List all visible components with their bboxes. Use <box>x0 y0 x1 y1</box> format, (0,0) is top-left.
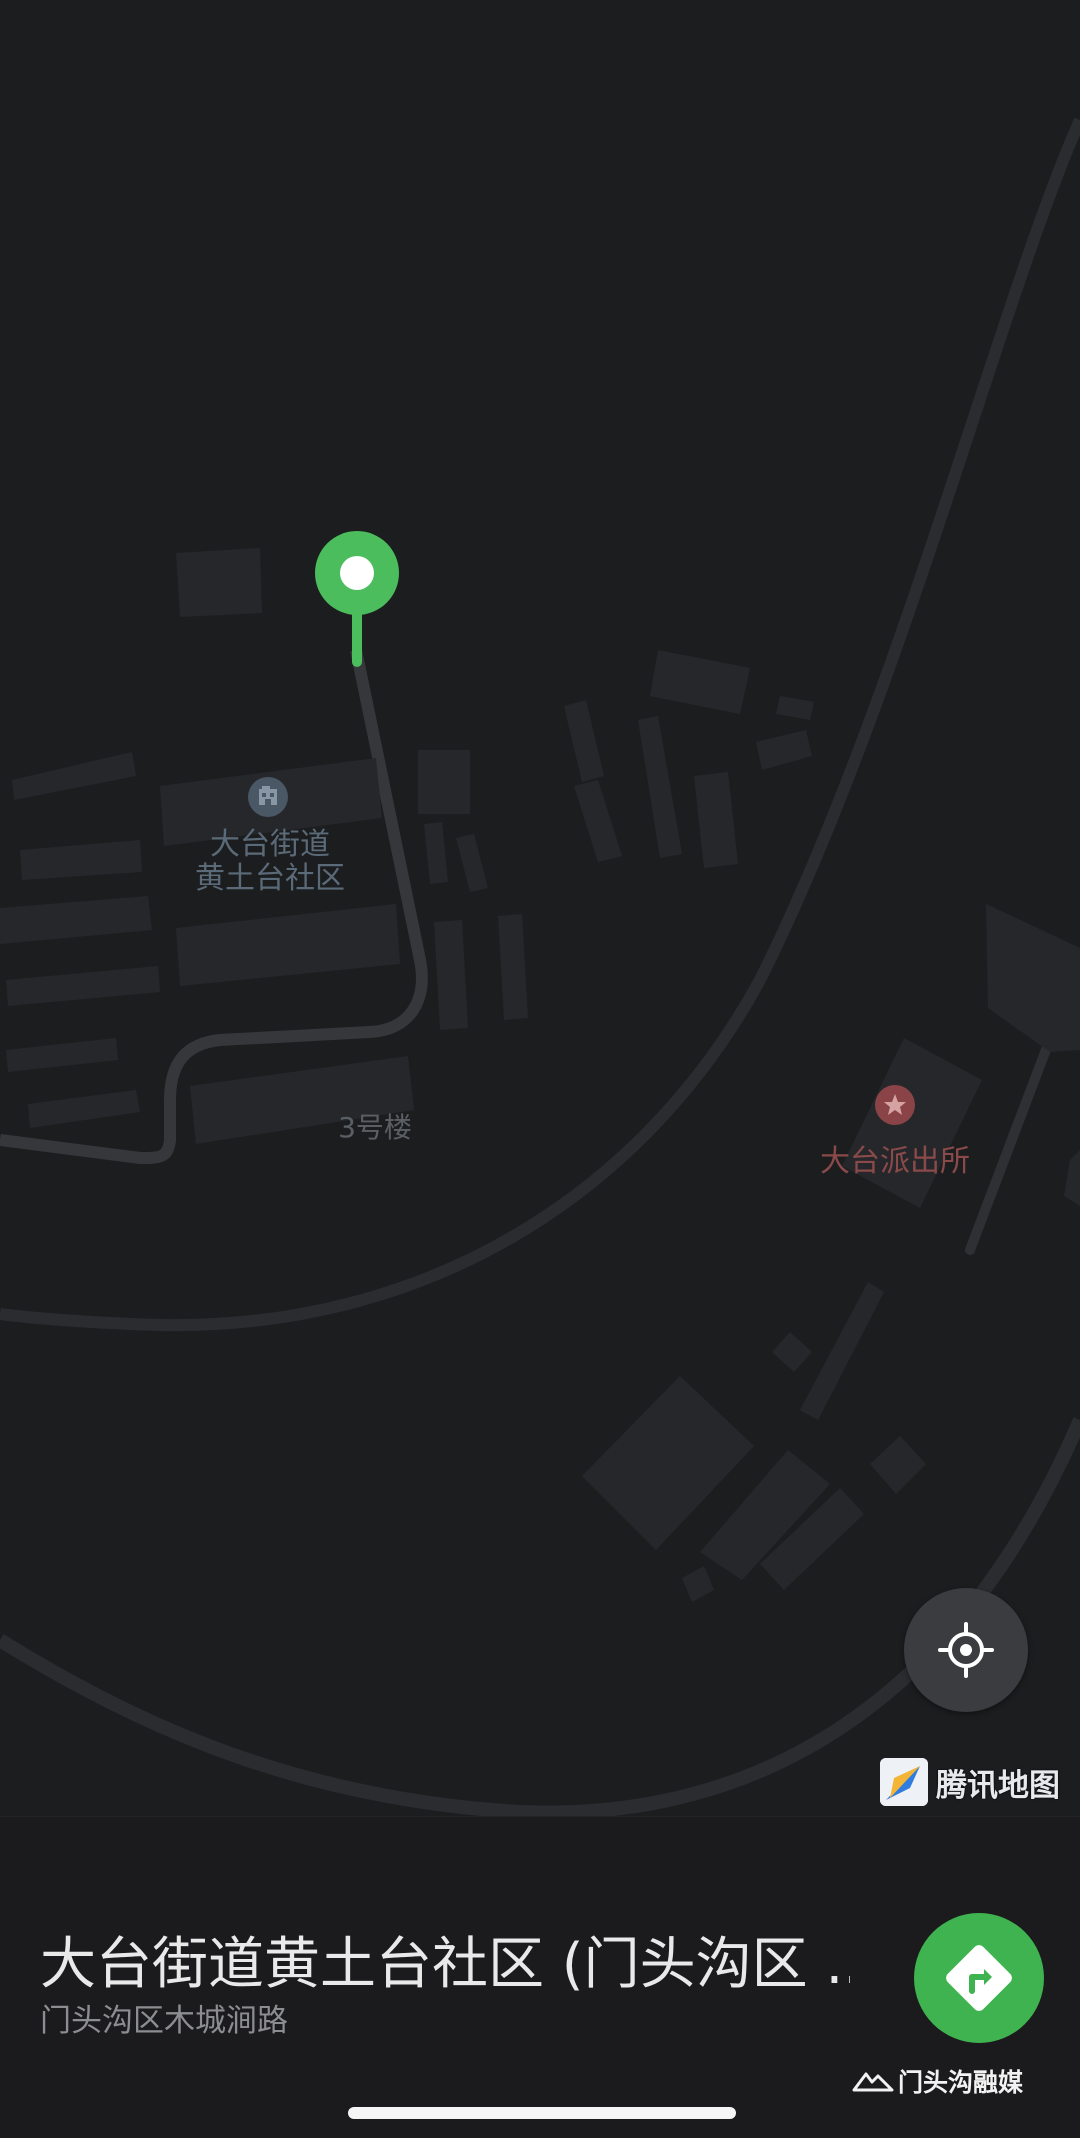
building-block <box>574 780 622 862</box>
map-canvas <box>0 117 1080 1816</box>
police-station-label[interactable]: 大台派出所 <box>790 1136 1000 1180</box>
building-block <box>986 904 1080 1052</box>
building-block <box>6 1038 118 1072</box>
building-block <box>1064 1150 1080 1206</box>
home-indicator[interactable] <box>348 2107 736 2119</box>
building-block <box>498 914 528 1020</box>
building-label[interactable]: 3号楼 <box>300 1106 450 1146</box>
building-block <box>20 840 142 880</box>
building-block <box>434 920 468 1030</box>
building-block <box>800 1282 884 1420</box>
map-screen: 大台街道 黄土台社区 3号楼 大台派出所 腾讯地图 大台街道黄土台社区 (门头沟… <box>0 0 1080 2138</box>
building-block <box>6 966 160 1006</box>
locate-me-button[interactable] <box>904 1588 1028 1712</box>
building-block <box>176 548 262 617</box>
location-pin-icon[interactable] <box>315 531 399 671</box>
place-address: 门头沟区木城涧路 <box>40 2003 288 2039</box>
building-blocks <box>0 548 1080 1602</box>
community-label[interactable]: 大台街道 黄土台社区 <box>140 828 400 896</box>
place-title: 大台街道黄土台社区 (门头沟区 ... <box>40 1932 850 1997</box>
place-info-sheet[interactable]: 大台街道黄土台社区 (门头沟区 ... 门头沟区木城涧路 门头沟融媒 <box>0 1816 1080 2138</box>
map-view[interactable]: 大台街道 黄土台社区 3号楼 大台派出所 腾讯地图 <box>0 0 1080 1816</box>
navigate-arrow-icon <box>946 1945 1012 2011</box>
watermark-text: 门头沟融媒 <box>898 2068 1024 2097</box>
building-block <box>12 752 136 800</box>
building-block <box>0 896 152 944</box>
building-block <box>564 700 604 782</box>
building-block <box>456 834 488 892</box>
building-block <box>776 696 814 720</box>
building-block <box>650 650 750 714</box>
map-provider-name: 腾讯地图 <box>936 1767 1060 1804</box>
mountain-logo-icon <box>852 2072 894 2092</box>
tencent-map-logo-icon <box>880 1758 928 1806</box>
map-provider-logo: 腾讯地图 <box>880 1756 1060 1808</box>
building-block <box>28 1090 140 1128</box>
watermark: 门头沟融媒 <box>852 2063 1023 2099</box>
building-block <box>424 822 448 884</box>
building-block <box>870 1436 926 1494</box>
building-block <box>772 1332 812 1372</box>
locate-me-icon <box>938 1622 994 1678</box>
community-label-line2: 黄土台社区 <box>195 861 345 896</box>
building-block <box>176 904 400 986</box>
community-label-line1: 大台街道 <box>210 827 330 862</box>
building-block <box>694 772 738 868</box>
navigate-button[interactable] <box>914 1913 1044 2043</box>
police-poi-icon[interactable] <box>875 1085 915 1125</box>
building-block <box>756 730 812 770</box>
building-block <box>418 750 470 814</box>
building-block <box>638 716 682 858</box>
building-poi-icon[interactable] <box>248 777 288 817</box>
building-block <box>682 1566 714 1602</box>
